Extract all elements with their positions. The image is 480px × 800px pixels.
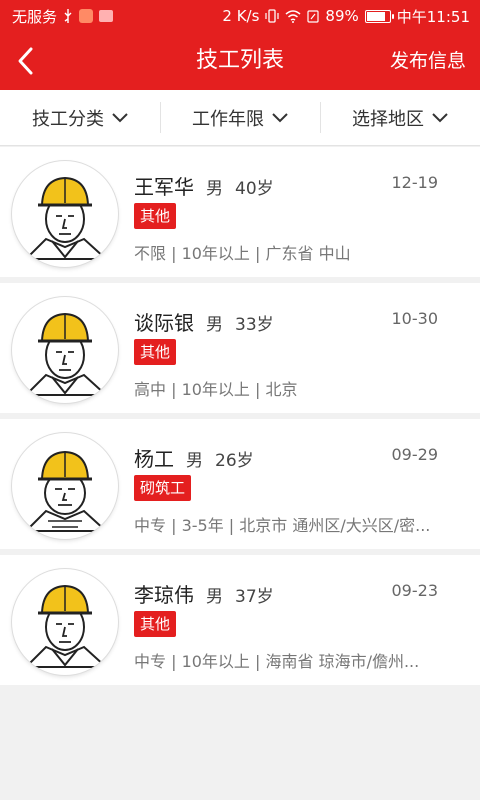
publish-button[interactable]: 发布信息 xyxy=(390,32,466,90)
worker-gender: 男 xyxy=(206,179,223,199)
post-date: 09-23 xyxy=(391,581,439,600)
worker-name: 王军华 xyxy=(134,175,194,199)
worker-gender: 男 xyxy=(206,587,223,607)
worker-list-item[interactable]: 杨工 男 26岁 09-29 砌筑工 中专 | 3-5年 | 北京市 通州区/大… xyxy=(0,419,480,549)
wifi-icon xyxy=(285,9,301,23)
trade-badge: 其他 xyxy=(134,339,177,365)
worker-avatar xyxy=(12,569,118,675)
worker-summary: 李琼伟 男 37岁 xyxy=(134,579,274,608)
worker-gender: 男 xyxy=(186,451,203,471)
worker-summary: 王军华 男 40岁 xyxy=(134,171,274,200)
worker-list-item[interactable]: 李琼伟 男 37岁 09-23 其他 中专 | 10年以上 | 海南省 琼海市/… xyxy=(0,555,480,685)
trade-badge: 其他 xyxy=(134,611,177,637)
helmet-worker-icon xyxy=(23,450,109,532)
filter-label: 工作年限 xyxy=(192,108,264,130)
signal-icon xyxy=(307,9,320,23)
helmet-worker-icon xyxy=(23,176,109,260)
chevron-down-icon xyxy=(432,112,448,122)
worker-name: 李琼伟 xyxy=(134,583,194,607)
worker-age: 26岁 xyxy=(215,451,254,471)
worker-avatar xyxy=(12,161,118,267)
filter-bar: 技工分类 工作年限 选择地区 xyxy=(0,90,480,146)
worker-age: 40岁 xyxy=(235,179,274,199)
worker-list-item[interactable]: 王军华 男 40岁 12-19 其他 不限 | 10年以上 | 广东省 中山 xyxy=(0,147,480,277)
worker-details: 中专 | 10年以上 | 海南省 琼海市/儋州... xyxy=(134,652,420,671)
worker-summary: 谈际银 男 33岁 xyxy=(134,307,274,336)
worker-avatar xyxy=(12,297,118,403)
worker-list-item[interactable]: 谈际银 男 33岁 10-30 其他 高中 | 10年以上 | 北京 xyxy=(0,283,480,413)
battery-icon xyxy=(364,9,394,23)
filter-label: 技工分类 xyxy=(32,108,104,130)
filter-label: 选择地区 xyxy=(352,108,424,130)
worker-age: 33岁 xyxy=(235,315,274,335)
battery-percent-text: 89% xyxy=(325,7,359,25)
worker-name: 杨工 xyxy=(134,447,174,471)
carrier-text: 无服务 xyxy=(12,7,58,26)
worker-gender: 男 xyxy=(206,315,223,335)
filter-experience-dropdown[interactable]: 工作年限 xyxy=(160,90,320,145)
worker-age: 37岁 xyxy=(235,587,274,607)
worker-avatar xyxy=(12,433,118,539)
filter-region-dropdown[interactable]: 选择地区 xyxy=(320,90,480,145)
vibrate-icon xyxy=(265,9,280,23)
post-date: 10-30 xyxy=(391,309,439,328)
worker-list: 王军华 男 40岁 12-19 其他 不限 | 10年以上 | 广东省 中山 谈… xyxy=(0,147,480,691)
header-bar: 技工列表 发布信息 xyxy=(0,32,480,90)
helmet-worker-icon xyxy=(23,584,109,668)
clock-text: 中午11:51 xyxy=(396,7,470,26)
status-bar: 无服务 2 K/s 89% 中午11:51 xyxy=(0,0,480,32)
filter-category-dropdown[interactable]: 技工分类 xyxy=(0,90,160,145)
worker-details: 不限 | 10年以上 | 广东省 中山 xyxy=(134,244,351,263)
battery-fill xyxy=(366,11,386,21)
trade-badge: 砌筑工 xyxy=(134,475,192,501)
worker-details: 高中 | 10年以上 | 北京 xyxy=(134,380,298,399)
worker-summary: 杨工 男 26岁 xyxy=(134,443,254,472)
network-speed-text: 2 K/s xyxy=(222,7,260,25)
trade-badge: 其他 xyxy=(134,203,177,229)
worker-details: 中专 | 3-5年 | 北京市 通州区/大兴区/密... xyxy=(134,516,431,535)
message-notification-icon xyxy=(99,10,114,22)
app-notification-icon xyxy=(79,9,94,23)
chevron-down-icon xyxy=(272,112,288,122)
post-date: 12-19 xyxy=(391,173,439,192)
helmet-worker-icon xyxy=(23,312,109,396)
worker-name: 谈际银 xyxy=(134,311,194,335)
usb-icon xyxy=(63,9,73,23)
chevron-down-icon xyxy=(112,112,128,122)
post-date: 09-29 xyxy=(391,445,439,464)
